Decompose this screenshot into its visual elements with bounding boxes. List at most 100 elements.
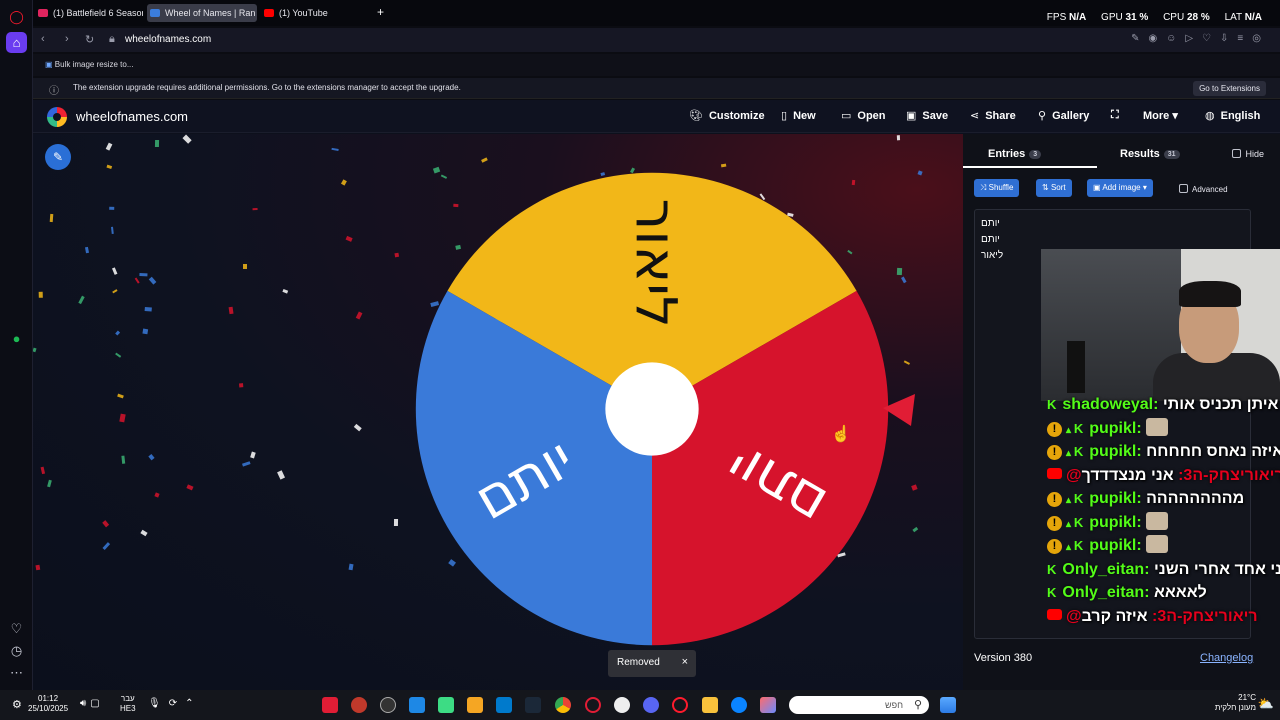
url-field[interactable]: wheelofnames.com bbox=[125, 34, 211, 45]
home-icon[interactable]: ⌂ bbox=[6, 32, 27, 53]
kick-icon: K bbox=[1047, 561, 1057, 577]
youtube-favicon-icon bbox=[38, 9, 48, 17]
tab-battlefield[interactable]: (1) Battlefield 6 Season 1 ( bbox=[35, 4, 143, 22]
tab-wheel-of-names[interactable]: Wheel of Names | Ran bbox=[147, 4, 257, 22]
open-button[interactable]: ▭ Open bbox=[841, 109, 886, 122]
performance-stats: FPS N/A GPU 31 % CPU 28 % LAT N/A bbox=[1046, 12, 1262, 23]
share-button[interactable]: ⋖ Share bbox=[970, 109, 1016, 122]
wheel-logo-icon[interactable] bbox=[47, 107, 67, 127]
confetti-piece bbox=[39, 292, 44, 299]
app-icon[interactable] bbox=[467, 697, 483, 713]
clock[interactable]: 01:12 25/10/2025 bbox=[28, 694, 68, 714]
language-button[interactable]: ◍ English bbox=[1205, 109, 1260, 122]
app-icon[interactable] bbox=[322, 697, 338, 713]
new-tab-button[interactable]: + bbox=[377, 5, 384, 19]
app-icon[interactable] bbox=[438, 697, 454, 713]
tab-entries[interactable]: Entries 3 bbox=[988, 148, 1042, 160]
edit-pencil-button[interactable]: ✎ bbox=[45, 144, 71, 170]
opera-gx-icon[interactable] bbox=[672, 697, 688, 713]
confetti-piece bbox=[331, 147, 339, 152]
confetti-piece bbox=[897, 134, 901, 141]
youtube-icon bbox=[1047, 608, 1062, 620]
gallery-button[interactable]: ⚲ Gallery bbox=[1038, 109, 1089, 122]
forward-icon[interactable]: › bbox=[65, 33, 69, 45]
opera-icon[interactable] bbox=[585, 697, 601, 713]
chat-username: Only_eitan: bbox=[1062, 560, 1154, 578]
sort-button[interactable]: ⇅ Sort bbox=[1036, 179, 1072, 197]
tab-underline bbox=[963, 166, 1097, 168]
heart-icon[interactable]: ♡ bbox=[6, 618, 27, 639]
cat-emote-icon bbox=[1146, 417, 1169, 436]
upvote-icon: ▴ bbox=[1066, 495, 1074, 506]
confetti-piece bbox=[149, 276, 157, 285]
confetti-piece bbox=[917, 169, 924, 176]
changelog-link[interactable]: Changelog bbox=[1200, 652, 1253, 664]
settings-icon[interactable]: ⚙ bbox=[12, 698, 22, 711]
confetti-piece bbox=[112, 289, 118, 294]
shuffle-button[interactable]: ⤨ Shuffle bbox=[974, 179, 1020, 197]
kick-icon: K bbox=[1073, 420, 1084, 436]
badge-icon: ! bbox=[1047, 421, 1062, 437]
confetti-piece bbox=[110, 226, 115, 234]
confetti-piece bbox=[345, 235, 353, 243]
more-button[interactable]: More ▾ bbox=[1143, 109, 1178, 122]
checkbox-icon bbox=[1179, 184, 1188, 193]
chrome-icon[interactable] bbox=[555, 697, 571, 713]
chat-overlay: Kshadoweyal: איתן תכניס אותי ! ▴ Kpupikl: … bbox=[1041, 396, 1280, 628]
upvote-icon: ▴ bbox=[1066, 424, 1074, 436]
site-title[interactable]: wheelofnames.com bbox=[76, 109, 188, 124]
back-icon[interactable]: ‹ bbox=[41, 33, 45, 45]
history-icon[interactable]: ◷ bbox=[6, 640, 27, 661]
windows-start-icon[interactable] bbox=[940, 697, 956, 713]
file-explorer-icon[interactable] bbox=[702, 697, 718, 713]
app-icon[interactable] bbox=[351, 697, 367, 713]
bookmark-item[interactable]: ▣ Bulk image resize to... bbox=[45, 60, 133, 69]
notepad-icon[interactable] bbox=[409, 697, 425, 713]
extension-notice-bar: ⓘ The extension upgrade requires additio… bbox=[33, 78, 1280, 99]
new-button[interactable]: ▯ New bbox=[781, 109, 816, 122]
chat-message: ! ▴ Kpupikl: מהההההההה bbox=[1047, 488, 1244, 510]
cat-emote-icon bbox=[1146, 511, 1169, 530]
tray-icons[interactable]: 🎙︎⟳⌃ bbox=[148, 698, 201, 709]
customize-button[interactable]: 🎨︎ Customize bbox=[689, 109, 765, 122]
more-icon[interactable]: ⋯ bbox=[6, 662, 27, 683]
advanced-checkbox[interactable]: Advanced bbox=[1179, 184, 1228, 194]
discord-icon[interactable] bbox=[643, 697, 659, 713]
version-label: Version 380 bbox=[974, 652, 1033, 664]
fullscreen-icon[interactable]: ⛶ bbox=[1111, 109, 1119, 122]
opera-logo-icon[interactable]: ◯ bbox=[6, 6, 27, 27]
confetti-piece bbox=[182, 134, 192, 144]
info-icon: ⓘ bbox=[49, 86, 59, 97]
chat-message: ! ▴ Kpupikl: bbox=[1047, 417, 1169, 440]
app-icon[interactable] bbox=[614, 697, 630, 713]
hide-checkbox[interactable]: Hide bbox=[1232, 149, 1264, 159]
save-button[interactable]: ▣ Save bbox=[906, 109, 948, 122]
app-icon[interactable] bbox=[380, 697, 396, 713]
confetti-piece bbox=[134, 278, 140, 285]
tab-youtube[interactable]: (1) YouTube bbox=[261, 4, 351, 22]
language-indicator[interactable]: עבר HE3 bbox=[120, 694, 136, 714]
confetti-piece bbox=[115, 352, 122, 358]
toolbar-icons[interactable]: ✎◉☺▷♡⇩≡◎ bbox=[1131, 33, 1270, 44]
edge-icon[interactable] bbox=[731, 697, 747, 713]
steam-icon[interactable] bbox=[525, 697, 541, 713]
add-image-button[interactable]: ▣ Add image ▾ bbox=[1087, 179, 1153, 197]
tray-icons-left[interactable]: 🔊︎▢ bbox=[80, 698, 104, 709]
copilot-icon[interactable] bbox=[760, 697, 776, 713]
toast-close-button[interactable]: × bbox=[682, 656, 688, 668]
weather-widget[interactable]: 21°C מעונן חלקית bbox=[1215, 693, 1256, 713]
wheel[interactable]: ליאוריותםיותם bbox=[409, 166, 895, 652]
confetti-piece bbox=[250, 451, 257, 458]
confetti-piece bbox=[355, 311, 363, 320]
sort-icon: ⇅ bbox=[1042, 183, 1051, 192]
tab-results[interactable]: Results 31 bbox=[1120, 148, 1180, 160]
go-to-extensions-button[interactable]: Go to Extensions bbox=[1193, 81, 1266, 96]
taskbar-search[interactable]: חפש bbox=[789, 696, 929, 714]
spotify-icon[interactable]: ● bbox=[6, 328, 27, 349]
reload-icon[interactable]: ↻ bbox=[85, 33, 94, 46]
confetti-piece bbox=[348, 563, 354, 571]
vscode-icon[interactable] bbox=[496, 697, 512, 713]
wheel-center[interactable] bbox=[605, 362, 699, 456]
chat-message: ! ▴ Kpupikl: bbox=[1047, 535, 1169, 557]
chat-message: K Only_eitan: לאאאא bbox=[1047, 582, 1207, 604]
